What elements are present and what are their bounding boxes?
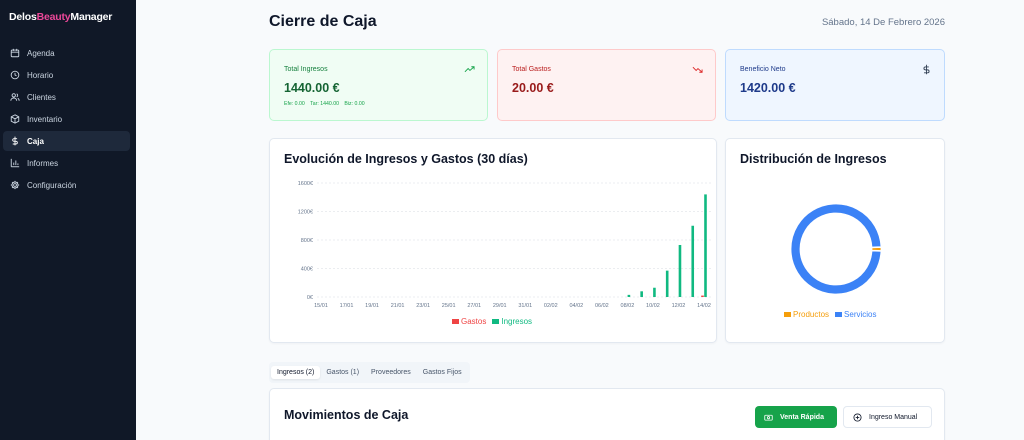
chart-legend: Gastos Ingresos (452, 317, 532, 326)
users-icon (10, 92, 20, 102)
payment-breakdown: Efe: 0.00 Tar: 1440.00 Biz: 0.00 (284, 101, 369, 107)
trending-up-icon (464, 66, 475, 73)
breakdown-efectivo: Efe: 0.00 (284, 101, 305, 107)
x-tick-label: 12/02 (672, 303, 686, 309)
x-tick-label: 06/02 (595, 303, 609, 309)
bar-ingresos-08-02[interactable] (627, 294, 631, 297)
breakdown-bizum: Biz: 0.00 (344, 101, 365, 107)
legend-swatch (784, 312, 791, 317)
sidebar-item-horario[interactable]: Horario (3, 65, 130, 85)
sidebar-item-label: Caja (27, 136, 44, 146)
x-tick-label: 31/01 (518, 303, 532, 309)
sidebar-item-caja[interactable]: Caja (3, 131, 130, 151)
movements-title: Movimientos de Caja (284, 408, 409, 422)
slice-productos[interactable] (871, 247, 882, 251)
bar-ingresos-12-02[interactable] (678, 244, 682, 297)
clock-icon (10, 70, 20, 80)
x-tick-label: 15/01 (314, 303, 328, 309)
legend-servicios[interactable]: Servicios (835, 310, 876, 319)
legend-gastos[interactable]: Gastos (452, 317, 486, 326)
bar-gastos-14-02[interactable] (701, 295, 704, 297)
sidebar-item-informes[interactable]: Informes (3, 153, 130, 173)
x-tick-label: 25/01 (442, 303, 456, 309)
bar-ingresos-09-02[interactable] (640, 291, 643, 297)
sidebar-item-label: Configuración (27, 180, 77, 190)
plus-circle-icon (853, 412, 862, 422)
x-tick-label: 08/02 (621, 303, 635, 309)
sidebar-item-label: Agenda (27, 48, 55, 58)
stat-value: 1420.00 € (740, 81, 796, 95)
stat-label: Beneficio Neto (740, 66, 786, 73)
legend-swatch (835, 312, 843, 317)
sidebar-item-label: Clientes (27, 92, 56, 102)
stat-label: Total Gastos (512, 66, 551, 73)
distribution-chart-card: Distribución de Ingresos Productos Servi… (725, 138, 945, 343)
total-gastos-card: Total Gastos 20.00 € (497, 49, 716, 121)
y-tick-label: 1200€ (298, 210, 313, 216)
tab-ingresos[interactable]: Ingresos (2) (271, 366, 321, 379)
x-tick-label: 23/01 (416, 303, 430, 309)
cash-tabs: Ingresos (2) Gastos (1) Proveedores Gast… (269, 362, 470, 383)
tab-gastos-fijos[interactable]: Gastos Fijos (417, 366, 468, 379)
x-tick-label: 27/01 (467, 303, 481, 309)
evolution-bar-chart: 0€ 400€ 800€ 1200€ 1600€ 15/01 17/01 19/01 21/01… (298, 181, 712, 309)
breakdown-tarjeta: Tar: 1440.00 (310, 101, 339, 107)
sidebar-nav: Agenda Horario Clientes Inventario Caja … (3, 43, 130, 197)
sidebar-item-configuracion[interactable]: Configuración (3, 175, 130, 195)
sidebar-item-agenda[interactable]: Agenda (3, 43, 130, 63)
evolution-chart-card: Evolución de Ingresos y Gastos (30 días)… (269, 138, 717, 343)
total-ingresos-card: Total Ingresos 1440.00 € Efe: 0.00 Tar: … (269, 49, 488, 121)
dollar-icon (10, 136, 20, 146)
sidebar-item-label: Informes (27, 158, 59, 168)
x-tick-label: 14/02 (697, 303, 711, 309)
calendar-icon (10, 48, 20, 58)
chart-legend: Productos Servicios (784, 310, 876, 319)
y-tick-label: 400€ (301, 267, 313, 273)
dollar-icon (923, 64, 930, 75)
legend-swatch (492, 319, 500, 324)
x-tick-label: 21/01 (391, 303, 405, 309)
gear-icon (10, 180, 20, 190)
legend-productos[interactable]: Productos (784, 310, 829, 319)
y-tick-label: 0€ (307, 295, 313, 301)
sidebar: DelosBeautyManager Agenda Horario Client… (0, 0, 136, 440)
beneficio-neto-card: Beneficio Neto 1420.00 € (725, 49, 945, 121)
stat-value: 1440.00 € (284, 81, 340, 95)
cash-icon (764, 413, 773, 422)
movements-card: Movimientos de Caja Venta Rápida Ingreso… (269, 388, 945, 440)
sidebar-item-label: Horario (27, 70, 54, 80)
x-tick-label: 29/01 (493, 303, 507, 309)
manual-income-button[interactable]: Ingreso Manual (843, 406, 932, 428)
brand-logo[interactable]: DelosBeautyManager (9, 11, 112, 23)
legend-swatch (452, 319, 459, 324)
stat-value: 20.00 € (512, 81, 554, 95)
legend-ingresos[interactable]: Ingresos (492, 317, 532, 326)
x-tick-label: 19/01 (365, 303, 379, 309)
y-tick-label: 800€ (301, 238, 313, 244)
bar-chart-icon (10, 158, 20, 168)
quick-sale-button[interactable]: Venta Rápida (755, 406, 837, 428)
bar-ingresos-14-02[interactable] (704, 194, 707, 297)
sidebar-item-clientes[interactable]: Clientes (3, 87, 130, 107)
slice-servicios[interactable] (790, 203, 882, 295)
x-tick-label: 17/01 (340, 303, 354, 309)
x-tick-label: 10/02 (646, 303, 660, 309)
y-tick-label: 1600€ (298, 181, 313, 187)
main-content: Cierre de Caja Sábado, 14 De Febrero 202… (136, 0, 1024, 440)
bar-ingresos-13-02[interactable] (691, 225, 695, 297)
sidebar-item-inventario[interactable]: Inventario (3, 109, 130, 129)
bar-ingresos-11-02[interactable] (665, 270, 669, 297)
x-tick-label: 02/02 (544, 303, 558, 309)
tab-proveedores[interactable]: Proveedores (365, 366, 417, 379)
stat-label: Total Ingresos (284, 66, 328, 73)
x-tick-label: 04/02 (569, 303, 583, 309)
trending-down-icon (692, 66, 703, 73)
page-title: Cierre de Caja (269, 13, 377, 30)
sidebar-item-label: Inventario (27, 114, 63, 124)
current-date: Sábado, 14 De Febrero 2026 (821, 17, 945, 28)
box-icon (10, 114, 20, 124)
tab-gastos[interactable]: Gastos (1) (320, 366, 365, 379)
bar-ingresos-10-02[interactable] (653, 287, 656, 297)
